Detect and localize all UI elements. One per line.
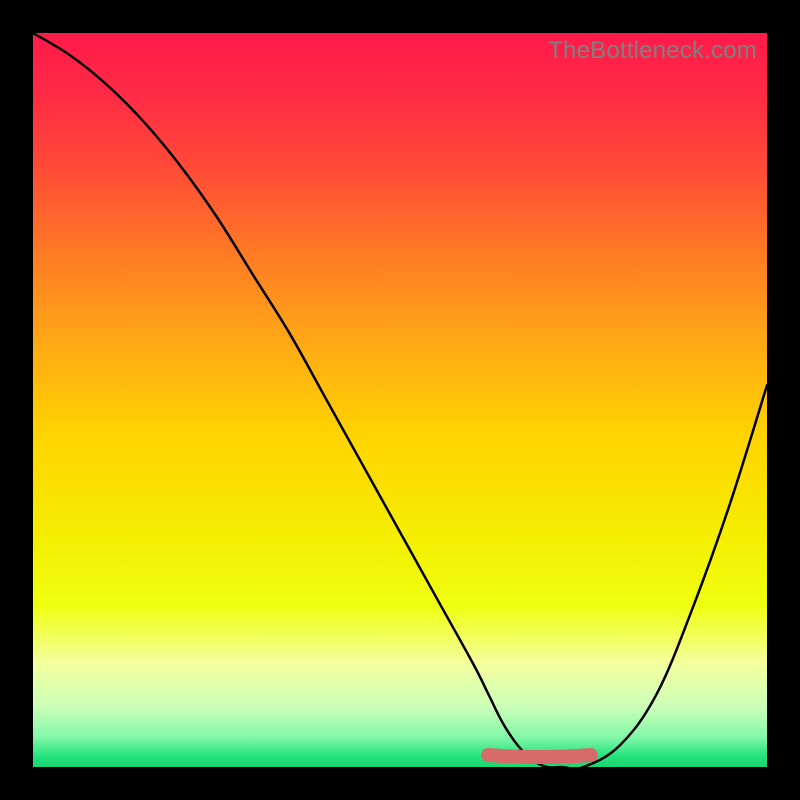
plot-area: TheBottleneck.com xyxy=(33,33,767,767)
watermark-text: TheBottleneck.com xyxy=(548,37,757,65)
gradient-background xyxy=(33,33,767,767)
chart-frame: TheBottleneck.com xyxy=(0,0,800,800)
